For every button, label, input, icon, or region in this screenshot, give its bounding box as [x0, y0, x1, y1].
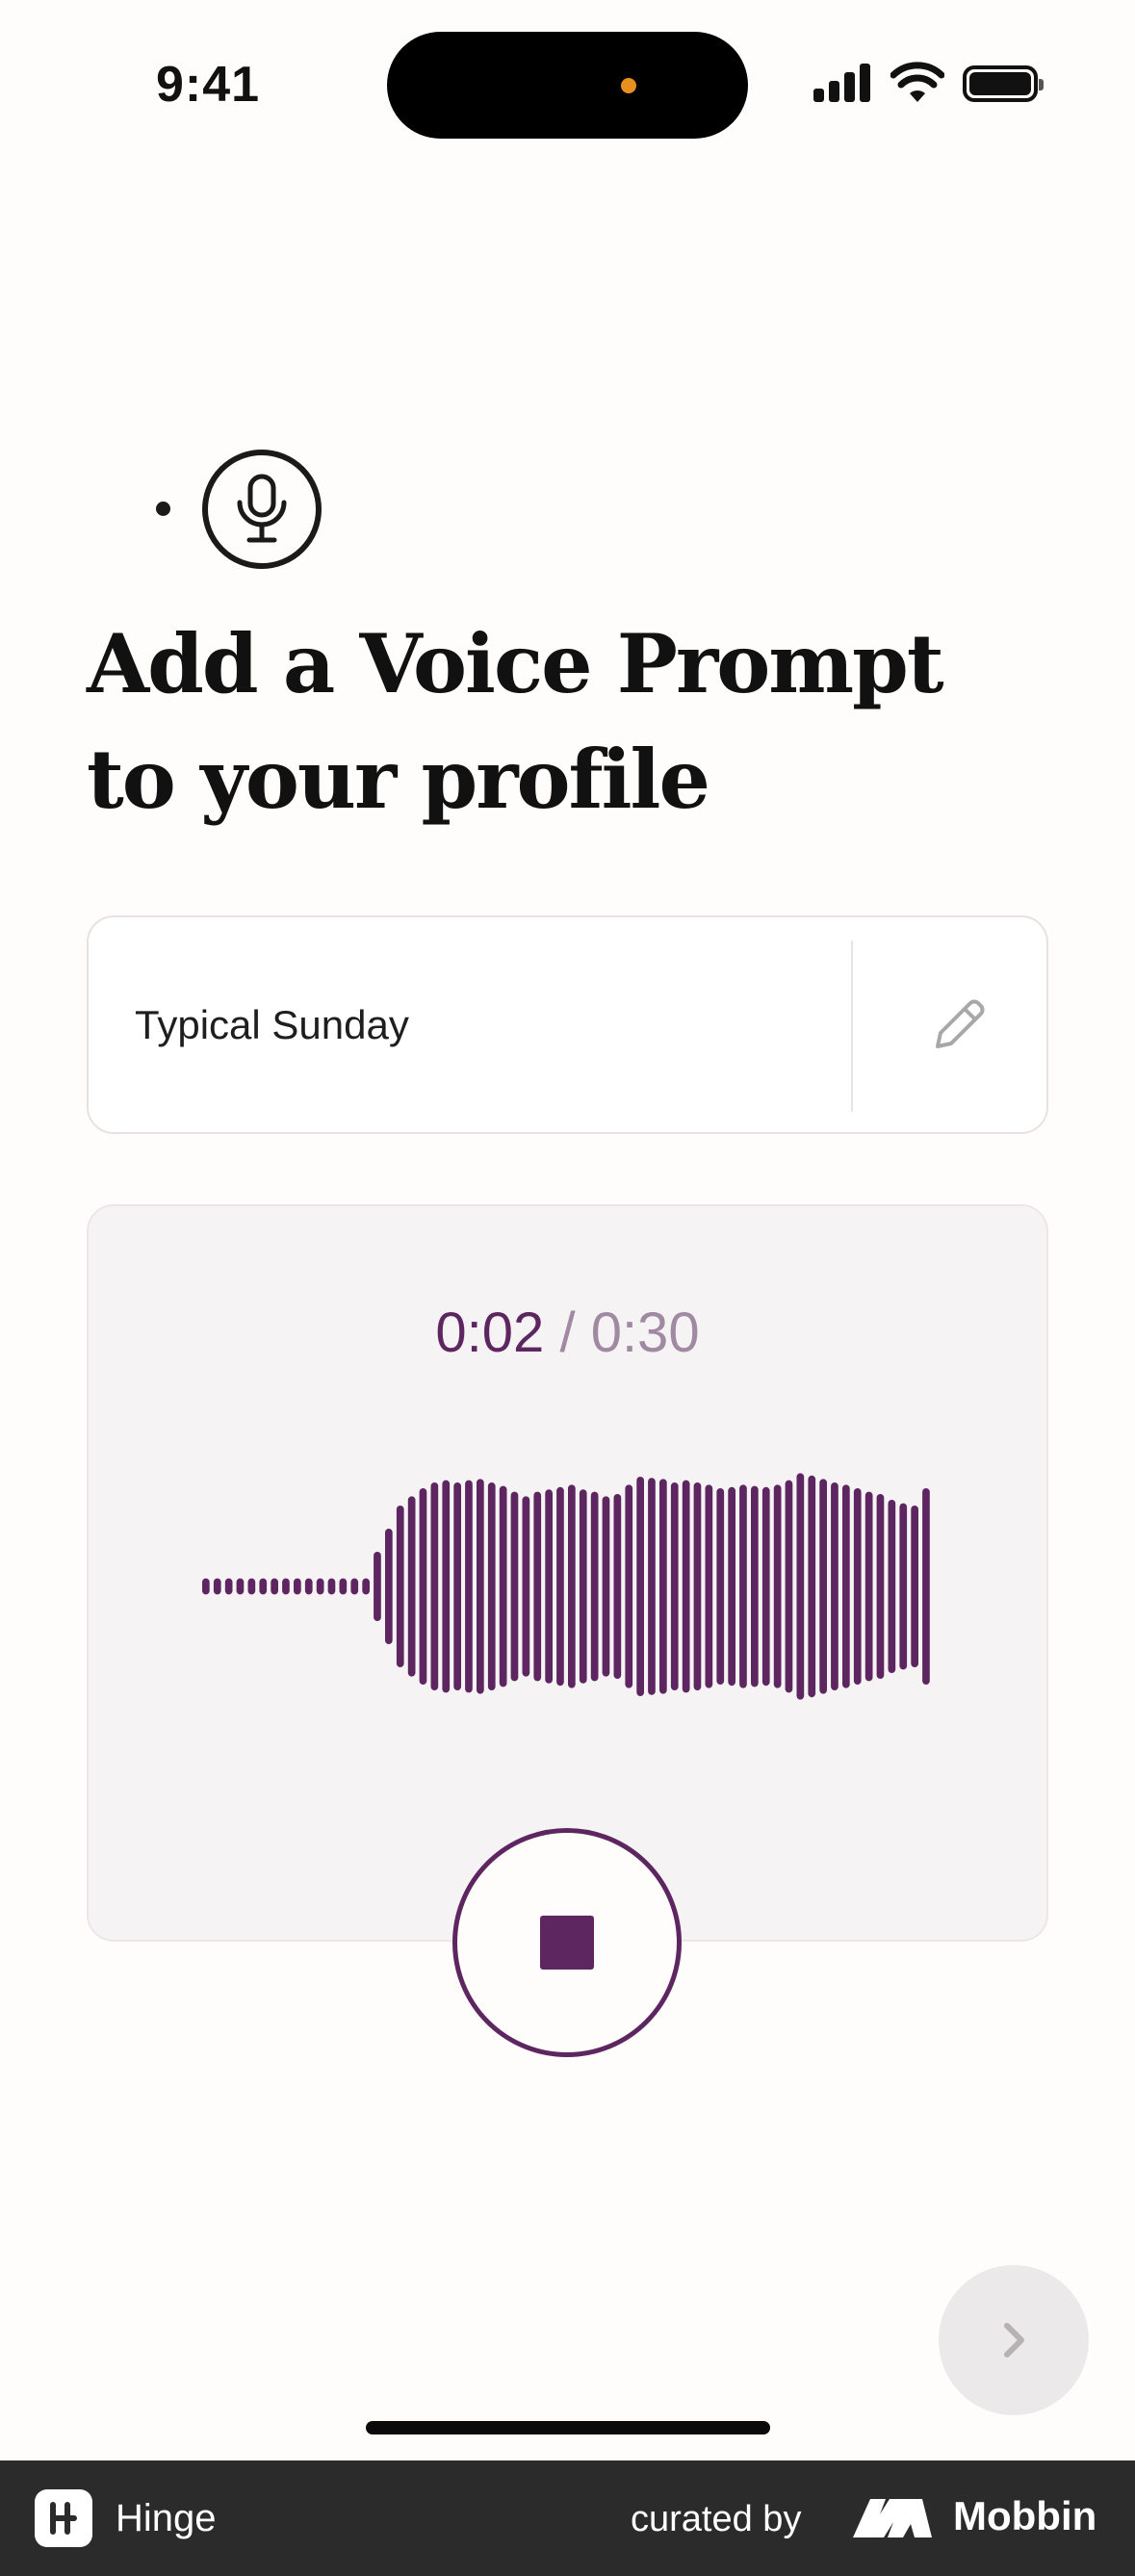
- waveform-bar: [682, 1480, 690, 1693]
- waveform-bar: [648, 1478, 656, 1695]
- waveform-bar: [533, 1491, 542, 1682]
- waveform-bar: [294, 1578, 301, 1595]
- waveform-bar: [625, 1484, 633, 1688]
- waveform-bar: [510, 1491, 519, 1682]
- status-bar: 9:41: [0, 0, 1135, 144]
- microphone-icon: [202, 450, 322, 569]
- waveform-bar: [236, 1578, 245, 1595]
- next-button[interactable]: [939, 2265, 1089, 2415]
- waveform-bar: [659, 1479, 667, 1694]
- waveform-bar: [487, 1482, 496, 1690]
- waveform-bar: [271, 1578, 278, 1595]
- brand-name: Mobbin: [953, 2493, 1097, 2538]
- waveform-bar: [819, 1479, 827, 1694]
- waveform-bar: [842, 1484, 850, 1688]
- waveform-bar: [339, 1578, 348, 1595]
- waveform-bar: [853, 1488, 862, 1685]
- footer-bar: Hinge curated by Mobbin: [0, 2460, 1135, 2576]
- step-indicator-dot: [156, 502, 170, 516]
- waveform-bar: [716, 1488, 725, 1685]
- hinge-logo-icon: [35, 2489, 92, 2547]
- waveform-bar: [477, 1479, 484, 1694]
- audio-waveform: [202, 1473, 930, 1700]
- prompt-card[interactable]: Typical Sunday: [87, 915, 1048, 1134]
- waveform-bar: [430, 1482, 439, 1690]
- cellular-signal-icon: [813, 64, 873, 102]
- stop-recording-button[interactable]: [452, 1828, 682, 2057]
- waveform-bar: [556, 1486, 564, 1687]
- waveform-bar: [362, 1578, 370, 1595]
- page-title: Add a Voice Prompt to your profile: [87, 616, 944, 827]
- waveform-bar: [579, 1489, 587, 1684]
- waveform-bar: [636, 1477, 644, 1696]
- prompt-question: Typical Sunday: [135, 1002, 409, 1047]
- waveform-bar: [385, 1529, 393, 1644]
- recording-timer: 0:02 / 0:30: [89, 1301, 1046, 1365]
- waveform-bar: [465, 1480, 473, 1693]
- waveform-bar: [705, 1484, 713, 1688]
- home-indicator: [366, 2421, 770, 2434]
- waveform-bar: [796, 1473, 805, 1700]
- waveform-bar: [899, 1503, 908, 1670]
- waveform-bar: [751, 1485, 759, 1687]
- waveform-bar: [922, 1488, 930, 1685]
- waveform-bar: [327, 1578, 336, 1595]
- waveform-bar: [224, 1578, 233, 1595]
- waveform-bar: [213, 1578, 221, 1595]
- waveform-bar: [374, 1552, 381, 1621]
- waveform-bar: [888, 1500, 896, 1673]
- waveform-bar: [316, 1578, 324, 1595]
- wifi-icon: [890, 62, 944, 102]
- waveform-bar: [911, 1506, 918, 1667]
- waveform-bar: [602, 1496, 610, 1677]
- waveform-bar: [522, 1496, 530, 1677]
- prompt-divider: [851, 940, 853, 1112]
- elapsed-time: 0:02: [435, 1301, 545, 1364]
- waveform-bar: [761, 1486, 770, 1687]
- max-duration: 0:30: [590, 1301, 700, 1364]
- stop-icon: [540, 1916, 594, 1970]
- waveform-bar: [259, 1578, 268, 1595]
- waveform-bar: [282, 1578, 290, 1595]
- waveform-bar: [876, 1494, 885, 1679]
- waveform-bar: [407, 1496, 416, 1677]
- edit-prompt-button[interactable]: [920, 987, 997, 1064]
- waveform-bar: [613, 1494, 622, 1679]
- waveform-bar: [453, 1482, 461, 1690]
- curated-by-label: curated by: [631, 2499, 802, 2539]
- waveform-bar: [670, 1482, 679, 1690]
- waveform-bar: [247, 1578, 256, 1595]
- waveform-bar: [545, 1489, 553, 1684]
- waveform-bar: [728, 1486, 735, 1687]
- waveform-bar: [831, 1482, 838, 1690]
- waveform-bar: [864, 1491, 873, 1682]
- privacy-indicator-dot: [621, 78, 636, 93]
- pencil-icon: [936, 999, 985, 1048]
- chevron-right-icon: [1004, 2323, 1024, 2357]
- app-name: Hinge: [116, 2497, 217, 2539]
- waveform-bar: [442, 1480, 451, 1693]
- dynamic-island: [387, 32, 748, 139]
- waveform-bar: [202, 1578, 210, 1595]
- waveform-bar: [739, 1484, 747, 1688]
- waveform-bar: [568, 1484, 576, 1688]
- mobbin-logo-icon: [853, 2499, 932, 2537]
- waveform-bar: [773, 1484, 782, 1688]
- waveform-bar: [590, 1491, 599, 1682]
- waveform-bar: [419, 1488, 427, 1685]
- waveform-bar: [350, 1578, 359, 1595]
- waveform-bar: [808, 1475, 816, 1698]
- time-separator: /: [559, 1301, 576, 1364]
- status-time: 9:41: [156, 57, 261, 113]
- waveform-bar: [499, 1485, 507, 1687]
- waveform-bar: [304, 1578, 313, 1595]
- waveform-bar: [785, 1480, 793, 1693]
- waveform-bar: [396, 1506, 404, 1667]
- battery-icon: [963, 65, 1044, 102]
- waveform-bar: [693, 1482, 702, 1690]
